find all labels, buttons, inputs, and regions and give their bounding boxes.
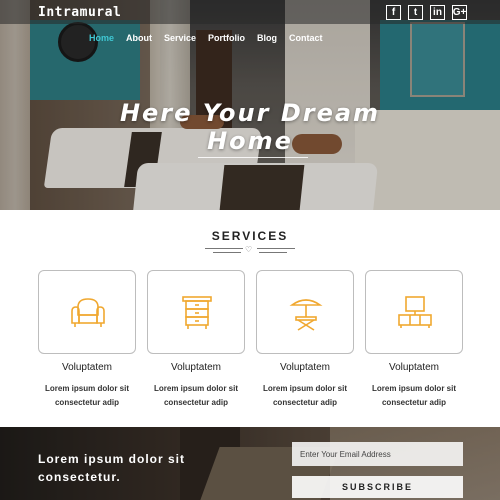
- nav-portfolio[interactable]: Portfolio: [208, 33, 245, 43]
- newsletter-text-line1: Lorem ipsum dolor sit: [38, 452, 186, 466]
- brand-logo[interactable]: Intramural: [38, 5, 121, 20]
- service-desc-line2: consectetur adip: [272, 398, 337, 407]
- twitter-icon[interactable]: t: [408, 5, 423, 20]
- service-desc-line1: Lorem ipsum dolor sit: [153, 384, 238, 393]
- google-plus-icon[interactable]: G+: [452, 5, 467, 20]
- ornament-line: [259, 252, 287, 253]
- newsletter-text-line2: consectetur.: [38, 470, 121, 484]
- hero-title: Here Your Dream Home: [0, 99, 500, 155]
- service-title: Voluptatem: [388, 362, 440, 373]
- ornament-heart-icon: ♡: [245, 245, 253, 254]
- service-desc: Lorem ipsum dolor sit consectetur adip: [256, 382, 354, 410]
- subscribe-button[interactable]: SUBSCRIBE: [292, 476, 463, 498]
- service-desc: Lorem ipsum dolor sit consectetur adip: [365, 382, 463, 410]
- service-card[interactable]: [38, 270, 136, 354]
- service-desc-line1: Lorem ipsum dolor sit: [371, 384, 456, 393]
- service-desc-line2: consectetur adip: [54, 398, 119, 407]
- service-title: Voluptatem: [170, 362, 222, 373]
- service-card[interactable]: [256, 270, 354, 354]
- ornament-line: [205, 248, 243, 249]
- nav-contact[interactable]: Contact: [289, 33, 323, 43]
- service-desc-line2: consectetur adip: [381, 398, 446, 407]
- services-heading: SERVICES: [211, 229, 289, 243]
- main-nav: Home About Service Portfolio Blog Contac…: [89, 33, 323, 43]
- service-card[interactable]: [147, 270, 245, 354]
- nav-about[interactable]: About: [126, 33, 152, 43]
- hero-divider: [198, 157, 308, 158]
- ornament-line: [213, 252, 241, 253]
- service-desc: Lorem ipsum dolor sit consectetur adip: [38, 382, 136, 410]
- nav-home[interactable]: Home: [89, 33, 114, 43]
- ornament-line: [257, 248, 295, 249]
- linkedin-icon[interactable]: in: [430, 5, 445, 20]
- facebook-icon[interactable]: f: [386, 5, 401, 20]
- nav-service[interactable]: Service: [164, 33, 196, 43]
- cabinet-icon: [182, 296, 212, 329]
- service-title: Voluptatem: [61, 362, 113, 373]
- armchair-icon: [71, 298, 105, 327]
- service-desc-line1: Lorem ipsum dolor sit: [44, 384, 129, 393]
- email-input[interactable]: [292, 442, 463, 466]
- service-desc: Lorem ipsum dolor sit consectetur adip: [147, 382, 245, 410]
- newsletter-text: Lorem ipsum dolor sit consectetur.: [38, 450, 238, 486]
- hero-title-line2: Home: [207, 127, 293, 155]
- nav-blog[interactable]: Blog: [257, 33, 277, 43]
- social-links: f t in G+: [386, 5, 467, 20]
- tv-stand-icon: [398, 296, 432, 328]
- service-title: Voluptatem: [279, 362, 331, 373]
- patio-table-icon: [289, 299, 323, 331]
- hero-title-line1: Here Your Dream: [119, 99, 381, 127]
- service-desc-line1: Lorem ipsum dolor sit: [262, 384, 347, 393]
- service-card[interactable]: [365, 270, 463, 354]
- service-desc-line2: consectetur adip: [163, 398, 228, 407]
